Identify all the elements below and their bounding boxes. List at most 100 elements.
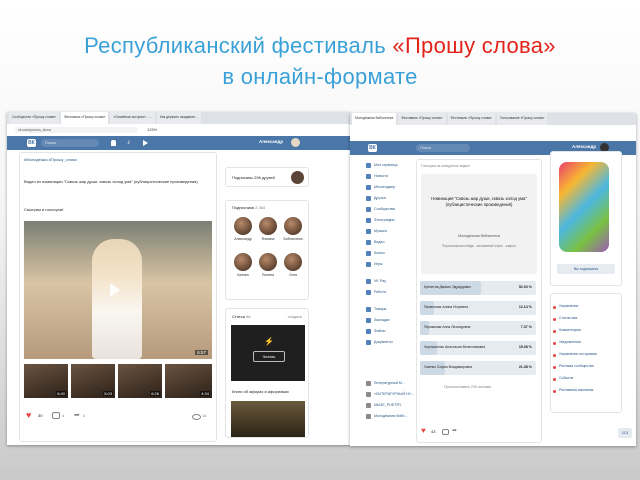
browser-tab[interactable]: Фестиваль «Прошу слова»	[447, 113, 495, 125]
menu-item[interactable]: Клипы	[374, 251, 385, 255]
read-button[interactable]: Читать	[253, 351, 285, 362]
bell-icon[interactable]	[111, 140, 116, 146]
video-thumbnail[interactable]: 6:26	[118, 364, 162, 398]
menu-item[interactable]: Товары	[374, 307, 386, 311]
poll-option[interactable]: Чернышенко Анастасия Вячеславовна 15.08 %	[420, 341, 536, 355]
play-icon[interactable]	[143, 140, 148, 146]
article-cover[interactable]: ⚡ Читать	[231, 325, 305, 381]
management-menu: Управление Статистика Комментарии Уведом…	[550, 293, 622, 413]
management-item[interactable]: Реклама сообщества	[559, 364, 594, 368]
subscriber-avatar[interactable]	[234, 253, 252, 271]
subscribed-button[interactable]: Вы подписаны	[557, 264, 615, 274]
subscriber-name[interactable]: Олга	[282, 273, 304, 277]
user-name[interactable]: Александр	[259, 139, 283, 144]
menu-item[interactable]: Файлы	[374, 329, 385, 333]
menu-item[interactable]: Музыка	[374, 229, 387, 233]
poll-option[interactable]: Пермякова Анна Леонидовна 7.37 %	[420, 321, 536, 335]
video-duration: 6:40	[56, 391, 66, 396]
subscriber-avatar[interactable]	[259, 253, 277, 271]
browser-tab[interactable]: Как держать ожидание…	[157, 112, 202, 124]
vk-logo-icon[interactable]: ВК	[368, 144, 377, 152]
shares-count: 4	[83, 413, 86, 418]
poll-option[interactable]: Ушенко София Владимировна 21.38 %	[420, 361, 536, 375]
browser-tab[interactable]: Сообщество «Прошу слова»	[9, 112, 59, 124]
main-video[interactable]: 6:57	[24, 221, 212, 359]
management-item[interactable]: Статистика	[559, 316, 577, 320]
subscriber-name[interactable]: Казнин	[232, 273, 254, 277]
menu-item[interactable]: Закладки	[374, 318, 390, 322]
friends-card[interactable]: Подписаны 296 друзей	[225, 167, 309, 187]
subscriber-avatar[interactable]	[284, 217, 302, 235]
menu-icon	[553, 330, 556, 333]
video-thumbnail[interactable]: 6:40	[24, 364, 68, 398]
subscriber-name[interactable]: Полина	[257, 273, 279, 277]
heart-icon[interactable]: ♥	[421, 427, 426, 435]
share-icon[interactable]: ➦	[74, 411, 80, 419]
play-icon[interactable]	[110, 283, 120, 297]
share-icon[interactable]: ➦	[452, 427, 457, 434]
video-thumbnail[interactable]: 5:03	[71, 364, 115, 398]
music-icon[interactable]: ♪	[127, 139, 131, 147]
poll-option[interactable]: Пименская Алина Игоревна 12.14 %	[420, 301, 536, 315]
group-link[interactable]: Литературный М…	[374, 381, 406, 385]
management-item[interactable]: Управление	[559, 304, 578, 308]
url-field[interactable]: vk.com/proshu_slova	[15, 127, 138, 133]
heart-icon[interactable]: ♥	[26, 411, 31, 420]
article-cover[interactable]	[231, 401, 305, 437]
menu-item[interactable]: Видео	[374, 240, 385, 244]
comment-icon[interactable]	[52, 412, 60, 419]
browser-tab[interactable]: «Семейная история» - …	[110, 112, 156, 124]
management-item[interactable]: Управление историями	[559, 352, 597, 356]
vk-logo-icon[interactable]: ВК	[27, 139, 36, 147]
search-input[interactable]: Поиск	[416, 144, 470, 152]
likes-count: 30	[38, 413, 43, 418]
menu-icon	[366, 185, 371, 190]
chat-badge[interactable]: 113	[618, 428, 632, 438]
subscriber-avatar[interactable]	[284, 253, 302, 271]
browser-tab[interactable]: Фестиваль «Прошу слова»	[398, 113, 446, 125]
video-duration: 6:57	[195, 350, 208, 355]
menu-item[interactable]: Новости	[374, 174, 388, 178]
menu-item[interactable]: Мессенджер	[374, 185, 395, 189]
poll-voted-count: Проголосовало 239 человек	[444, 385, 492, 389]
poll-option[interactable]: Кречетов Даниил Эдуардович 52.93 %	[420, 281, 536, 295]
book-title[interactable]: Книги об афорах и афоризмах	[232, 389, 289, 394]
browser-tab[interactable]: Фестиваль «Прошу слова»	[60, 112, 109, 124]
browser-tab[interactable]: Голосование «Прошу слова»	[496, 113, 548, 125]
post-hashtags[interactable]: #Молодёжка #Прошу_слова	[24, 157, 77, 162]
management-item[interactable]: Событие	[559, 376, 574, 380]
menu-icon	[553, 354, 556, 357]
community-logo	[559, 162, 609, 252]
management-item[interactable]: Уведомления	[559, 340, 581, 344]
search-input[interactable]: Поиск	[41, 139, 99, 147]
subscriber-avatar[interactable]	[259, 217, 277, 235]
menu-item[interactable]: Фотографии	[374, 218, 395, 222]
avatar[interactable]	[291, 138, 300, 147]
articles-header[interactable]: Статьи 86	[232, 314, 251, 319]
articles-create-link[interactable]: создать	[288, 314, 302, 319]
group-link[interactable]: МЫЗЕ_POETRY	[374, 403, 401, 407]
video-thumbnail[interactable]: 4:34	[165, 364, 212, 398]
group-link[interactable]: Молодёжная библ…	[374, 414, 408, 418]
menu-item[interactable]: Сообщества	[374, 207, 395, 211]
lightning-icon: ⚡	[264, 337, 274, 346]
menu-item[interactable]: Друзья	[374, 196, 386, 200]
zoom-level[interactable]: 125%	[147, 127, 157, 132]
comment-icon[interactable]	[442, 429, 449, 435]
subscriber-name[interactable]: Фомина	[257, 237, 279, 241]
menu-item[interactable]: Моя страница	[374, 163, 397, 167]
menu-item[interactable]: Игры	[374, 262, 382, 266]
subscriber-avatar[interactable]	[234, 217, 252, 235]
user-name[interactable]: Александр	[572, 144, 596, 149]
menu-item[interactable]: Документы	[374, 340, 393, 344]
poll-banner: Номинация "Сквозь жар души, сквозь холод…	[421, 174, 537, 274]
browser-tab[interactable]: Молодёжная библиотека	[352, 113, 397, 125]
subscriber-name[interactable]: Александр	[232, 237, 254, 241]
menu-item[interactable]: VK Pay	[374, 279, 386, 283]
subscriber-name[interactable]: Библиотека	[282, 237, 304, 241]
subscribers-label[interactable]: Подписчики 2 364	[232, 205, 265, 210]
group-link[interactable]: «ЛИТЕРАТУРНЫЙ НУ…	[374, 392, 415, 396]
menu-item[interactable]: Работа	[374, 290, 386, 294]
management-item[interactable]: Рекламная кампания	[559, 388, 593, 392]
management-item[interactable]: Комментарии	[559, 328, 581, 332]
